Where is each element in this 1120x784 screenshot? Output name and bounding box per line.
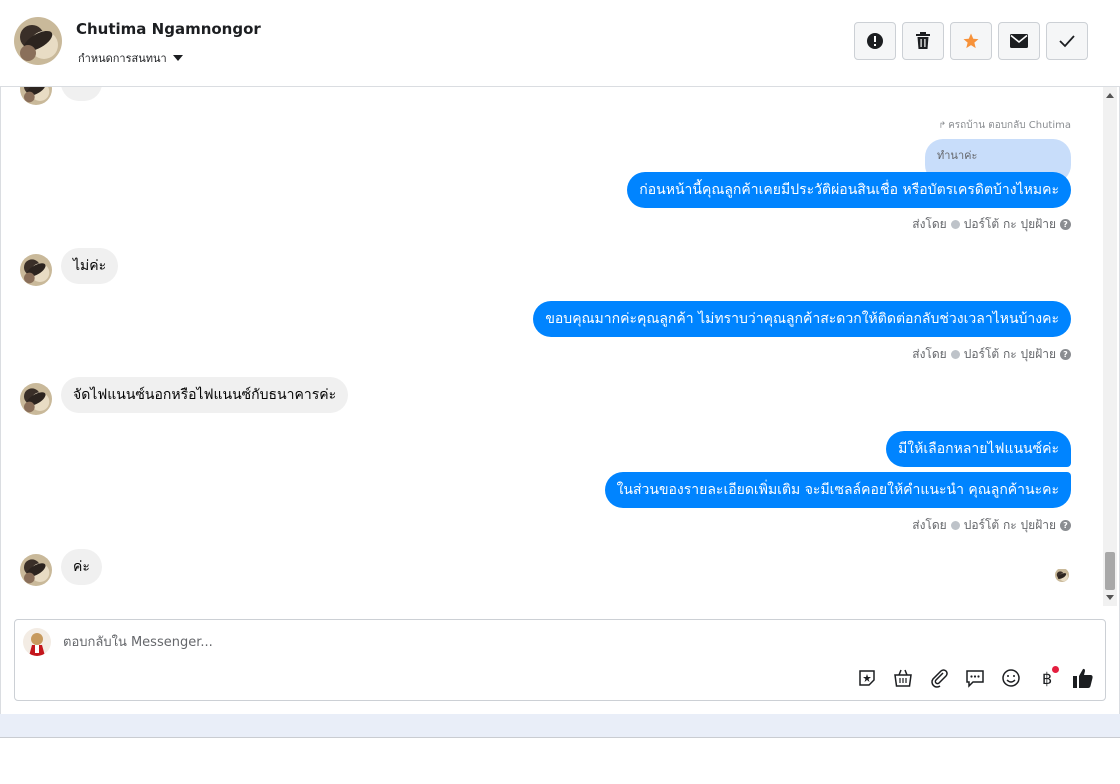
conversation-status-label: กำหนดการสนทนา [78, 52, 167, 65]
sent-by-label: ส่งโดย [912, 217, 947, 231]
quick-reply-icon [966, 670, 984, 688]
delete-button[interactable] [902, 22, 944, 60]
outgoing-message[interactable]: ก่อนหน้านี้คุณลูกค้าเคยมีประวัติผ่อนสินเ… [627, 172, 1071, 208]
help-icon[interactable]: ? [1060, 219, 1071, 230]
composer-tools: ฿ [855, 666, 1095, 690]
sent-by-info: ส่งโดย ปอร์โต้ กะ ปุยฝ้าย ? [912, 516, 1071, 535]
mail-icon [1010, 34, 1028, 48]
scroll-down-arrow-icon[interactable] [1106, 595, 1114, 600]
check-icon [1059, 35, 1075, 48]
check-circle-icon [950, 350, 960, 359]
sticker-icon [859, 670, 875, 686]
attach-button[interactable] [927, 666, 951, 690]
message-list-scrollbar[interactable] [1103, 87, 1117, 606]
incoming-message[interactable]: ทำ [61, 87, 103, 101]
incoming-message[interactable]: ค่ะ [61, 549, 102, 585]
caret-down-icon [172, 55, 183, 61]
sender-name: ปอร์โต้ กะ ปุยฝ้าย [963, 217, 1056, 231]
emoji-button[interactable] [999, 666, 1023, 690]
trash-icon [916, 32, 930, 49]
incoming-message[interactable]: จัดไฟแนนซ์นอกหรือไฟแนนซ์กับธนาคารค่ะ [61, 377, 349, 413]
quick-reply-button[interactable] [963, 666, 987, 690]
sent-by-info: ส่งโดย ปอร์โต้ กะ ปุยฝ้าย ? [912, 215, 1071, 234]
check-circle-icon [950, 521, 960, 530]
sender-name: ปอร์โต้ กะ ปุยฝ้าย [963, 518, 1056, 532]
sender-name: ปอร์โต้ กะ ปุยฝ้าย [963, 347, 1056, 361]
help-icon[interactable]: ? [1060, 349, 1071, 360]
contact-avatar-small[interactable] [20, 554, 52, 586]
seen-indicator-avatar [1055, 568, 1069, 582]
shop-button[interactable] [891, 666, 915, 690]
mark-unread-button[interactable] [998, 22, 1040, 60]
shop-icon [894, 669, 912, 687]
alert-icon [867, 33, 883, 49]
sent-by-label: ส่งโดย [912, 347, 947, 361]
contact-avatar-small[interactable] [20, 383, 52, 415]
reply-context: ↱ ครถบ้าน ตอบกลับ Chutima [939, 118, 1071, 133]
scrollbar-thumb[interactable] [1105, 552, 1115, 590]
emoji-icon [1002, 669, 1020, 687]
star-button[interactable] [950, 22, 992, 60]
svg-text:฿: ฿ [1042, 669, 1052, 688]
like-icon [1073, 668, 1093, 688]
attach-icon [931, 669, 948, 688]
page-avatar [23, 628, 51, 656]
reply-input[interactable] [63, 632, 663, 652]
message-composer: ฿ [14, 619, 1106, 701]
contact-name: Chutima Ngamnongor [76, 20, 261, 38]
scroll-up-arrow-icon[interactable] [1106, 93, 1114, 98]
header-actions [854, 22, 1088, 60]
sent-by-info: ส่งโดย ปอร์โต้ กะ ปุยฝ้าย ? [912, 345, 1071, 364]
mark-done-button[interactable] [1046, 22, 1088, 60]
reply-arrow-icon: ↱ [938, 120, 947, 131]
contact-avatar-small[interactable] [20, 87, 52, 105]
bottom-strip [0, 714, 1120, 738]
report-button[interactable] [854, 22, 896, 60]
check-circle-icon [950, 220, 960, 229]
message-list[interactable]: ทำ ↱ ครถบ้าน ตอบกลับ Chutima ทำนาค่ะ ก่อ… [0, 87, 1103, 606]
star-icon [963, 33, 979, 49]
incoming-message[interactable]: ไม่ค่ะ [61, 248, 119, 284]
outgoing-message[interactable]: มีให้เลือกหลายไฟแนนซ์ค่ะ [886, 431, 1071, 467]
notification-dot [1052, 666, 1059, 673]
outgoing-message[interactable]: ในส่วนของรายละเอียดเพิ่มเติม จะมีเซลล์คอ… [604, 472, 1071, 508]
conversation-status-dropdown[interactable]: กำหนดการสนทนา [78, 49, 183, 67]
reply-context-label: ครถบ้าน ตอบกลับ Chutima [948, 120, 1071, 131]
contact-avatar[interactable] [14, 17, 62, 65]
payment-button[interactable]: ฿ [1035, 666, 1059, 690]
conversation-header: Chutima Ngamnongor กำหนดการสนทนา [0, 0, 1120, 87]
sticker-button[interactable] [855, 666, 879, 690]
help-icon[interactable]: ? [1060, 520, 1071, 531]
like-button[interactable] [1071, 666, 1095, 690]
contact-avatar-small[interactable] [20, 254, 52, 286]
sent-by-label: ส่งโดย [912, 518, 947, 532]
outgoing-message[interactable]: ขอบคุณมากค่ะคุณลูกค้า ไม่ทราบว่าคุณลูกค้… [533, 301, 1071, 337]
